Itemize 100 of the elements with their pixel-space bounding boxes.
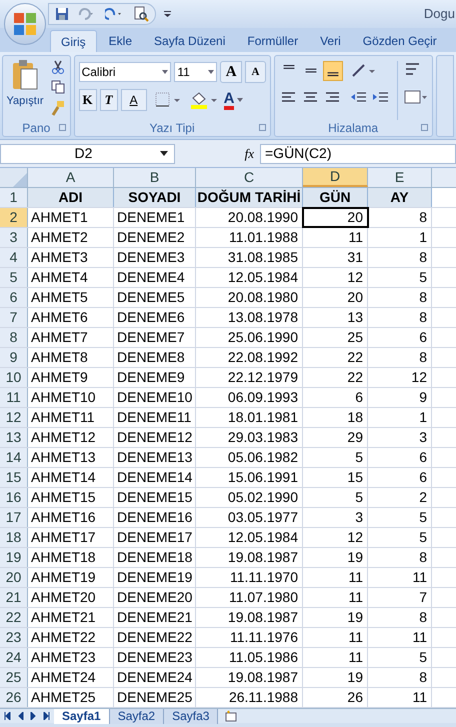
ribbon-tab[interactable]: Ekle [98,30,142,52]
table-cell: AHMET2 [28,228,114,247]
row-header[interactable]: 4 [0,248,28,267]
row-header[interactable]: 13 [0,428,28,447]
row-header[interactable]: 26 [0,688,28,707]
ribbon-tab[interactable]: Gözden Geçir [352,30,447,52]
customize-caret-icon[interactable] [164,10,171,18]
table-cell: AHMET21 [28,608,114,627]
scissors-icon[interactable] [51,60,65,74]
row-header[interactable]: 10 [0,368,28,387]
column-header[interactable]: E [368,168,432,187]
table-cell: 9 [368,388,432,407]
row-header[interactable]: 24 [0,648,28,667]
table-cell: DENEME17 [114,528,196,547]
row-header[interactable]: 1 [0,188,28,207]
table-cell: 22 [303,348,368,367]
fill-bucket-icon[interactable] [188,90,219,110]
row-header[interactable]: 16 [0,488,28,507]
table-cell: 03.05.1977 [196,508,303,527]
table-cell: AHMET16 [28,508,114,527]
row-header[interactable]: 9 [0,348,28,367]
row-header[interactable]: 3 [0,228,28,247]
table-cell: 5 [303,488,368,507]
first-sheet-arrow-icon[interactable] [4,712,11,720]
font-name-dropdown[interactable]: Calibri [78,62,172,82]
vertical-align-button[interactable] [322,61,343,81]
name-box[interactable]: D2 [0,144,175,164]
sheet-tab[interactable]: Sayfa2 [110,708,164,724]
copy-icon[interactable] [51,80,65,94]
row-header[interactable]: 11 [0,388,28,407]
save-icon[interactable] [55,7,69,21]
row-header[interactable]: 23 [0,628,28,647]
fx-label[interactable]: fx [244,144,254,164]
row-header[interactable]: 14 [0,448,28,467]
table-cell: 8 [368,348,432,367]
table-cell: 8 [368,308,432,327]
insert-sheet-icon[interactable] [224,710,238,722]
ribbon-tab[interactable]: Sayfa Düzeni [144,30,236,52]
row-header[interactable]: 2 [0,208,28,227]
table-cell: AHMET12 [28,428,114,447]
table-cell: DENEME18 [114,548,196,567]
prev-sheet-arrow-icon[interactable] [17,712,24,720]
table-cell: 11.11.1976 [196,628,303,647]
row-header[interactable]: 17 [0,508,28,527]
row-header[interactable]: 19 [0,548,28,567]
group-label: Pano [3,120,70,136]
italic-button[interactable]: T [100,89,118,111]
column-header[interactable]: B [114,168,196,187]
table-cell: 12 [303,268,368,287]
table-cell: 1 [368,408,432,427]
table-cell: 6 [368,468,432,487]
next-sheet-arrow-icon[interactable] [30,712,37,720]
row-header[interactable]: 6 [0,288,28,307]
shrink-font-button[interactable]: A [245,61,266,83]
table-cell: 19 [303,608,368,627]
font-size-dropdown[interactable]: 11 [174,62,217,82]
ribbon-tab[interactable]: Giriş [50,30,97,52]
row-header[interactable]: 25 [0,668,28,687]
table-cell: 18 [303,408,368,427]
sheet-tab[interactable]: Sayfa1 [54,708,110,724]
table-cell: AHMET10 [28,388,114,407]
header-cell: ADI [28,188,114,207]
row-header[interactable]: 5 [0,268,28,287]
table-cell: AHMET19 [28,568,114,587]
row-header[interactable]: 18 [0,528,28,547]
table-cell: AHMET1 [28,208,114,227]
table-cell: DENEME23 [114,648,196,667]
print-preview-icon[interactable] [133,6,149,22]
ribbon-tab[interactable]: Veri [310,30,351,52]
grow-font-button[interactable]: A [220,61,242,83]
table-cell: 15.06.1991 [196,468,303,487]
table-cell: 31 [303,248,368,267]
row-header[interactable]: 12 [0,408,28,427]
row-header[interactable]: 21 [0,588,28,607]
table-cell: DENEME24 [114,668,196,687]
row-header[interactable]: 8 [0,328,28,347]
row-header[interactable]: 7 [0,308,28,327]
sheet-tab[interactable]: Sayfa3 [164,708,218,724]
column-header[interactable]: D [303,168,368,187]
table-cell: 12.05.1984 [196,528,303,547]
table-cell: 19.08.1987 [196,668,303,687]
bold-button[interactable]: K [78,89,97,111]
formula-input[interactable]: =GÜN(C2) [260,144,456,164]
office-button[interactable] [4,3,46,45]
row-header[interactable]: 15 [0,468,28,487]
row-header[interactable]: 20 [0,568,28,587]
last-sheet-arrow-icon[interactable] [43,712,50,720]
table-cell: AHMET7 [28,328,114,347]
table-cell: DENEME22 [114,628,196,647]
table-cell: DENEME3 [114,248,196,267]
merge-cells-icon[interactable] [404,89,428,105]
table-cell: 29.03.1983 [196,428,303,447]
font-color-button[interactable]: A [222,89,254,111]
paste-button[interactable]: Yapıştır [3,56,47,120]
underline-button[interactable]: A [120,89,147,111]
table-cell: 26.11.1988 [196,688,303,707]
ribbon-tab[interactable]: Formüller [237,30,308,52]
column-header[interactable]: A [28,168,114,187]
table-cell: 5 [368,528,432,547]
row-header[interactable]: 22 [0,608,28,627]
